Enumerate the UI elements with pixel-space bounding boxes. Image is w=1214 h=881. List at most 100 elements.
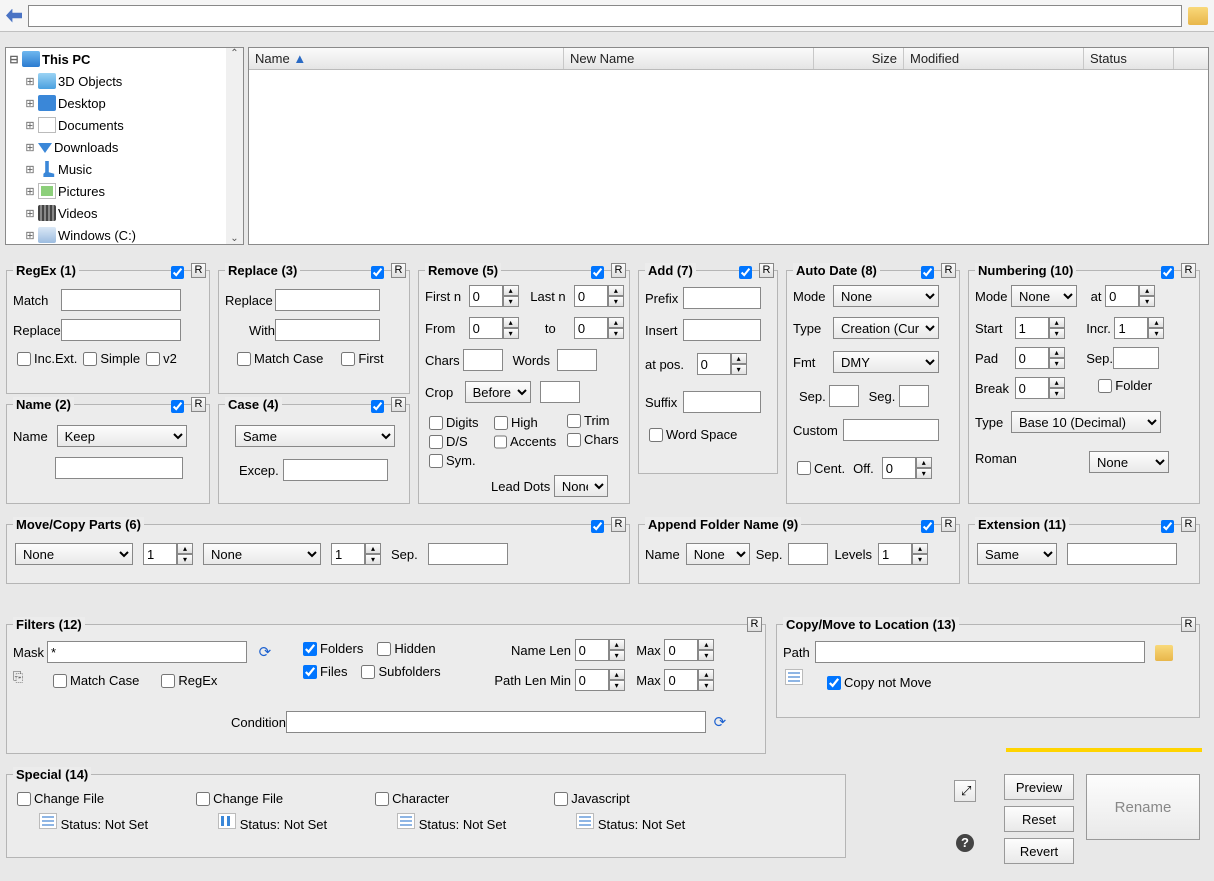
num-type-select[interactable]: Base 10 (Decimal) — [1011, 411, 1161, 433]
filters-plenmax-spin[interactable]: ▴▾ — [664, 669, 714, 691]
sp-changefile1-check[interactable]: Change File — [17, 791, 104, 806]
ad-cent-check[interactable]: Cent. — [797, 461, 845, 476]
mc-from-select[interactable]: None — [15, 543, 133, 565]
ext-value-input[interactable] — [1067, 543, 1177, 565]
filters-regex-check[interactable]: RegEx — [161, 673, 217, 688]
tree-item[interactable]: ⊞3D Objects — [6, 70, 243, 92]
name-value-input[interactable] — [55, 457, 183, 479]
tree-item[interactable]: ⊞Music — [6, 158, 243, 180]
tree-item[interactable]: ⊞Downloads — [6, 136, 243, 158]
ad-sep-input[interactable] — [829, 385, 859, 407]
sp-character-check[interactable]: Character — [375, 791, 449, 806]
mask-history-icon[interactable]: ⎘ — [13, 669, 23, 685]
remove-accents-check[interactable]: Accents — [494, 434, 556, 449]
col-modified[interactable]: Modified — [904, 48, 1084, 69]
tree-scrollbar[interactable]: ⌃⌄ — [226, 48, 243, 244]
add-wordspace-check[interactable]: Word Space — [649, 427, 737, 442]
regex-v2-check[interactable]: v2 — [146, 351, 177, 366]
af-sep-input[interactable] — [788, 543, 828, 565]
remove-leaddots-select[interactable]: None — [554, 475, 608, 497]
remove-crop-select[interactable]: Before — [465, 381, 531, 403]
remove-chars2-check[interactable]: Chars — [567, 432, 623, 447]
num-reset-btn[interactable]: R — [1181, 263, 1196, 278]
preview-button[interactable]: Preview — [1004, 774, 1074, 800]
ad-seg-input[interactable] — [899, 385, 929, 407]
num-folder-check[interactable]: Folder — [1098, 378, 1152, 393]
ad-off-spin[interactable]: ▴▾ — [882, 457, 932, 479]
af-reset-btn[interactable]: R — [941, 517, 956, 532]
remove-digits-check[interactable]: Digits — [429, 415, 484, 430]
regex-replace-input[interactable] — [61, 319, 181, 341]
file-list[interactable]: Name ▲ New Name Size Modified Status — [248, 47, 1209, 245]
tree-root[interactable]: ⊟ This PC — [6, 48, 243, 70]
filters-folders-check[interactable]: Folders — [303, 641, 363, 656]
col-name[interactable]: Name ▲ — [249, 48, 564, 69]
case-enable-check[interactable] — [371, 400, 384, 413]
filters-files-check[interactable]: Files — [303, 664, 347, 679]
ad-enable-check[interactable] — [921, 266, 934, 279]
filters-nlenmax-spin[interactable]: ▴▾ — [664, 639, 714, 661]
cm-browse-icon[interactable] — [1155, 645, 1173, 661]
ad-reset-btn[interactable]: R — [941, 263, 956, 278]
cm-reset-btn[interactable]: R — [1181, 617, 1196, 632]
mc-from-n-spin[interactable]: ▴▾ — [143, 543, 193, 565]
name-mode-select[interactable]: Keep — [57, 425, 187, 447]
mc-enable-check[interactable] — [591, 520, 604, 533]
filters-matchcase-check[interactable]: Match Case — [53, 673, 139, 688]
num-roman-select[interactable]: None — [1089, 451, 1169, 473]
name-enable-check[interactable] — [171, 400, 184, 413]
mc-to-select[interactable]: None — [203, 543, 321, 565]
ext-select[interactable]: Same — [977, 543, 1057, 565]
mc-reset-btn[interactable]: R — [611, 517, 626, 532]
replace-reset-btn[interactable]: R — [391, 263, 406, 278]
tree-item[interactable]: ⊞Pictures — [6, 180, 243, 202]
num-break-spin[interactable]: ▴▾ — [1015, 377, 1065, 399]
sp-javascript-check[interactable]: Javascript — [554, 791, 630, 806]
col-newname[interactable]: New Name — [564, 48, 814, 69]
refresh-cond-icon[interactable]: ⟳ — [714, 713, 732, 729]
tree-item[interactable]: ⊞Desktop — [6, 92, 243, 114]
filters-mask-input[interactable] — [47, 641, 247, 663]
refresh-mask-icon[interactable]: ⟳ — [259, 643, 277, 659]
ext-enable-check[interactable] — [1161, 520, 1174, 533]
tree-item[interactable]: ⊞Documents — [6, 114, 243, 136]
cm-path-input[interactable] — [815, 641, 1145, 663]
ad-fmt-select[interactable]: DMY — [833, 351, 939, 373]
remove-crop-input[interactable] — [540, 381, 580, 403]
num-start-spin[interactable]: ▴▾ — [1015, 317, 1065, 339]
regex-simple-check[interactable]: Simple — [83, 351, 140, 366]
cm-history-icon[interactable] — [785, 669, 803, 685]
num-mode-select[interactable]: None — [1011, 285, 1077, 307]
remove-chars-input[interactable] — [463, 349, 503, 371]
address-input[interactable] — [28, 5, 1182, 27]
ad-type-select[interactable]: Creation (Cur — [833, 317, 939, 339]
ad-mode-select[interactable]: None — [833, 285, 939, 307]
back-icon[interactable] — [6, 9, 22, 23]
folder-tree[interactable]: ⊟ This PC ⊞3D Objects⊞Desktop⊞Documents⊞… — [5, 47, 244, 245]
filters-reset-btn[interactable]: R — [747, 617, 762, 632]
add-enable-check[interactable] — [739, 266, 752, 279]
replace-first-check[interactable]: First — [341, 351, 383, 366]
reset-button[interactable]: Reset — [1004, 806, 1074, 832]
tree-item[interactable]: ⊞Windows (C:) — [6, 224, 243, 245]
num-pad-spin[interactable]: ▴▾ — [1015, 347, 1065, 369]
case-excep-input[interactable] — [283, 459, 388, 481]
remove-high-check[interactable]: High — [494, 415, 549, 430]
add-insert-input[interactable] — [683, 319, 761, 341]
expand-icon[interactable]: ⤢ — [954, 780, 976, 802]
remove-enable-check[interactable] — [591, 266, 604, 279]
filters-hidden-check[interactable]: Hidden — [377, 641, 435, 656]
regex-match-input[interactable] — [61, 289, 181, 311]
replace-enable-check[interactable] — [371, 266, 384, 279]
af-name-select[interactable]: None — [686, 543, 750, 565]
ext-reset-btn[interactable]: R — [1181, 517, 1196, 532]
name-reset-btn[interactable]: R — [191, 397, 206, 412]
remove-from-spin[interactable]: ▴▾ — [469, 317, 519, 339]
rename-button[interactable]: Rename — [1086, 774, 1200, 840]
replace-with-input[interactable] — [275, 319, 380, 341]
filters-nlen-spin[interactable]: ▴▾ — [575, 639, 625, 661]
replace-find-input[interactable] — [275, 289, 380, 311]
add-reset-btn[interactable]: R — [759, 263, 774, 278]
regex-enable-check[interactable] — [171, 266, 184, 279]
regex-incext-check[interactable]: Inc.Ext. — [17, 351, 77, 366]
